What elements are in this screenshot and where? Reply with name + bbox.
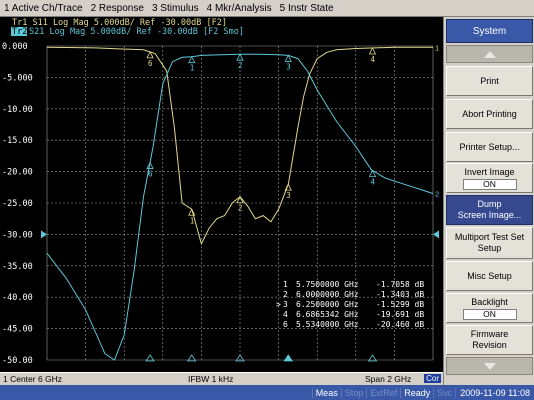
marker-triangle[interactable] xyxy=(368,47,377,55)
misc-setup-label: Misc Setup xyxy=(467,270,512,281)
invert-image-label: Invert Image xyxy=(464,166,515,177)
multiport-test-set-setup-button[interactable]: Multiport Test Set Setup xyxy=(446,227,533,259)
correction-indicator: Cor xyxy=(424,374,441,383)
marker-number: 6 xyxy=(148,59,153,68)
triangle-up-icon xyxy=(483,50,496,58)
trace-header: Tr1 S11 Log Mag 5.000dB/ Ref -30.00dB [F… xyxy=(11,18,244,37)
marker-table-value: -19.691 dB xyxy=(376,310,424,319)
marker-table-frequency: 6.6865342 GHz xyxy=(296,310,359,319)
trace2-badge[interactable]: Tr2 xyxy=(12,27,27,37)
instrument-status-bar: Meas Stop ExtRef Ready Svc 2009-11-09 11… xyxy=(0,385,534,400)
marker-table-value: -1.3403 dB xyxy=(376,290,424,299)
trace-plot[interactable]: 0.000 -5.000 -10.00 -15.00 -20.00 -25.00 -30.0… xyxy=(0,17,443,372)
marker-number: 3 xyxy=(286,62,291,71)
firmware-line1: Firmware xyxy=(470,329,509,339)
misc-setup-button[interactable]: Misc Setup xyxy=(446,261,533,291)
marker-number: 2 xyxy=(238,61,243,70)
softkey-scroll-up-button[interactable] xyxy=(446,45,533,63)
abort-printing-label: Abort Printing xyxy=(462,108,517,119)
y-tick-label: -10.00 xyxy=(2,105,33,115)
stop-indicator: Stop xyxy=(340,387,367,398)
y-tick-label: -45.00 xyxy=(2,325,33,335)
dump-line1: Dump xyxy=(477,199,502,209)
marker-table-number: 3 xyxy=(283,300,288,309)
ifbw-setting[interactable]: IFBW 1 kHz xyxy=(188,374,233,384)
y-tick-label: -20.00 xyxy=(2,168,33,178)
y-tick-label: -5.000 xyxy=(2,73,33,83)
marker-table-number: 2 xyxy=(283,290,288,299)
y-tick-labels: 0.000 -5.000 -10.00 -15.00 -20.00 -25.00 -30.0… xyxy=(2,42,33,366)
ready-indicator: Ready xyxy=(400,387,433,398)
marker-table-value: -1.5299 dB xyxy=(376,300,424,309)
backlight-value: ON xyxy=(462,308,517,320)
y-tick-label: -25.00 xyxy=(2,199,33,209)
marker-number: 6 xyxy=(148,170,153,179)
trace-chart: 0.000 -5.000 -10.00 -15.00 -20.00 -25.00 -30.0… xyxy=(2,18,439,366)
meas-indicator: Meas xyxy=(311,387,341,398)
marker-number: 1 xyxy=(190,216,195,225)
trace2-end-label: 2 xyxy=(435,190,439,199)
marker-number: 1 xyxy=(190,64,195,73)
marker-table: 1 5.7500000 GHz -1.7058 dB 2 6.0000000 GHz -1… xyxy=(276,280,424,329)
marker-number: 2 xyxy=(238,204,243,213)
menu-active-ch-trace[interactable]: 1 Active Ch/Trace xyxy=(0,3,87,14)
backlight-label: Backlight xyxy=(471,296,508,307)
reference-level-arrow-left xyxy=(41,230,47,239)
abort-printing-button[interactable]: Abort Printing xyxy=(446,99,533,129)
marker-table-frequency: 6.0000000 GHz xyxy=(296,290,359,299)
marker-table-value: -1.7058 dB xyxy=(376,280,424,289)
marker-table-number: 1 xyxy=(283,280,288,289)
invert-image-value: ON xyxy=(462,178,517,190)
menu-stimulus[interactable]: 3 Stimulus xyxy=(148,3,203,14)
center-frequency[interactable]: 1 Center 6 GHz xyxy=(3,374,62,384)
print-label: Print xyxy=(480,75,499,86)
triangle-down-icon xyxy=(483,362,496,370)
trace2-header[interactable]: S21 Log Mag 5.000dB/ Ref -30.00dB [F2 Sm… xyxy=(29,27,244,37)
marker-position-indicator xyxy=(283,354,293,362)
extref-indicator: ExtRef xyxy=(366,387,400,398)
timestamp: 2009-11-09 11:08 xyxy=(455,387,534,398)
y-tick-label: -50.00 xyxy=(2,356,33,366)
marker-triangle[interactable] xyxy=(188,55,196,64)
firmware-revision-button[interactable]: Firmware Revision xyxy=(446,325,533,355)
y-tick-label: -30.00 xyxy=(2,230,33,240)
reference-level-arrow-right xyxy=(433,230,439,239)
y-tick-label: -40.00 xyxy=(2,293,33,303)
trace1-end-label: 1 xyxy=(435,43,439,52)
softkey-panel: System Print Abort Printing Printer Setu… xyxy=(443,17,534,385)
printer-setup-button[interactable]: Printer Setup... xyxy=(446,132,533,162)
printer-setup-label: Printer Setup... xyxy=(459,141,520,152)
marker-number: 4 xyxy=(370,177,375,186)
analyzer-window: 1 Active Ch/Trace 2 Response 3 Stimulus … xyxy=(0,0,534,400)
dump-screen-image-button[interactable]: Dump Screen Image... xyxy=(446,195,533,225)
softkey-menu-title[interactable]: System xyxy=(446,19,533,43)
multiport-line2: Setup xyxy=(477,243,502,253)
print-button[interactable]: Print xyxy=(446,66,533,96)
channel-status-bar: 1 Center 6 GHz IFBW 1 kHz Span 2 GHz Cor xyxy=(0,372,443,385)
backlight-toggle[interactable]: Backlight ON xyxy=(446,293,533,323)
softkey-scroll-down-button[interactable] xyxy=(446,357,533,375)
marker-number: 4 xyxy=(370,55,375,64)
marker-number: 3 xyxy=(286,191,291,200)
menu-instr-state[interactable]: 5 Instr State xyxy=(276,3,338,14)
menu-response[interactable]: 2 Response xyxy=(87,3,148,14)
marker-table-value: -20.460 dB xyxy=(376,320,424,329)
svc-indicator: Svc xyxy=(433,387,455,398)
marker-table-symbol: > xyxy=(276,300,281,309)
marker-table-frequency: 5.7500000 GHz xyxy=(296,280,359,289)
dump-line2: Screen Image... xyxy=(457,210,522,220)
marker-table-frequency: 6.2500000 GHz xyxy=(296,300,359,309)
y-tick-label: -15.00 xyxy=(2,136,33,146)
menu-mkr-analysis[interactable]: 4 Mkr/Analysis xyxy=(203,3,276,14)
multiport-line1: Multiport Test Set xyxy=(454,232,525,242)
firmware-line2: Revision xyxy=(472,340,507,350)
span-setting[interactable]: Span 2 GHz xyxy=(365,374,411,384)
y-tick-label: 0.000 xyxy=(2,42,28,52)
marker-table-number: 4 xyxy=(283,310,288,319)
marker-table-number: 6 xyxy=(283,320,288,329)
menu-bar: 1 Active Ch/Trace 2 Response 3 Stimulus … xyxy=(0,0,534,17)
invert-image-toggle[interactable]: Invert Image ON xyxy=(446,163,533,193)
y-tick-label: -35.00 xyxy=(2,262,33,272)
marker-table-frequency: 5.5340000 GHz xyxy=(296,320,359,329)
